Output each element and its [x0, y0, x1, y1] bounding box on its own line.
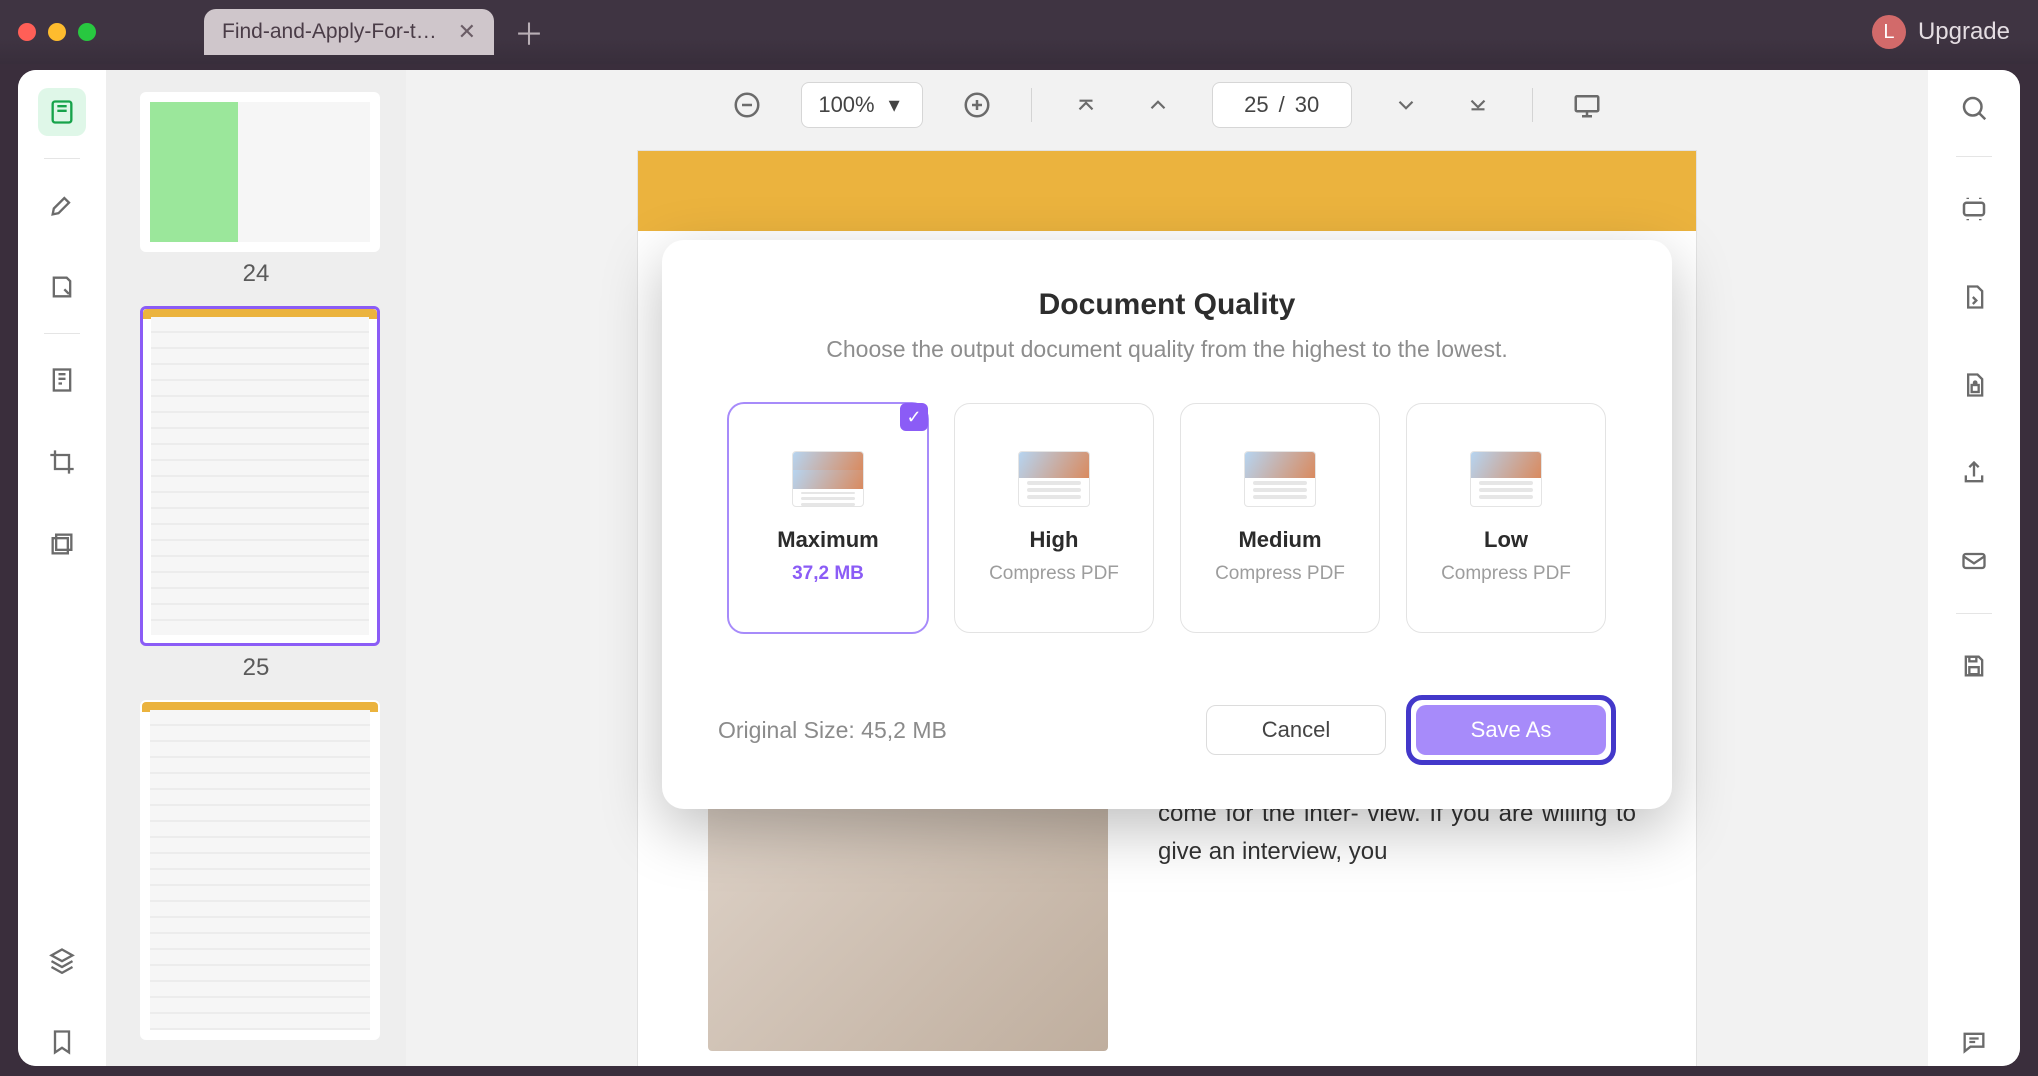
dialog-footer: Original Size: 45,2 MB Cancel Save As: [718, 695, 1616, 765]
quality-option-medium[interactable]: Medium Compress PDF: [1180, 403, 1380, 633]
document-quality-dialog: Document Quality Choose the output docum…: [662, 240, 1672, 809]
document-tab[interactable]: Find-and-Apply-For-the-B ✕: [204, 9, 494, 55]
workspace: 24 25 100% ▾: [18, 70, 2020, 1066]
close-window-icon[interactable]: [18, 23, 36, 41]
presentation-button[interactable]: [1569, 87, 1605, 123]
next-page-button[interactable]: [1388, 87, 1424, 123]
cancel-button[interactable]: Cancel: [1206, 705, 1386, 755]
thumb-page-number: 25: [140, 654, 372, 682]
quality-detail: Compress PDF: [1215, 563, 1345, 585]
chevron-down-icon: ▾: [889, 92, 900, 118]
separator: [44, 158, 80, 159]
layers-button[interactable]: [38, 936, 86, 984]
protect-button[interactable]: [1950, 361, 1998, 409]
dialog-subtitle: Choose the output document quality from …: [718, 336, 1616, 363]
dialog-backdrop: Document Quality Choose the output docum…: [406, 140, 1928, 1066]
dialog-title: Document Quality: [718, 288, 1616, 322]
save-as-button[interactable]: Save As: [1416, 705, 1606, 755]
quality-option-low[interactable]: Low Compress PDF: [1406, 403, 1606, 633]
bookmark-button[interactable]: [38, 1018, 86, 1066]
check-icon: ✓: [900, 403, 928, 431]
titlebar: Find-and-Apply-For-the-B ✕ ＋ L Upgrade: [0, 0, 2038, 64]
quality-name: Maximum: [777, 527, 878, 553]
page-thumbnail[interactable]: [140, 700, 372, 1040]
save-button[interactable]: [1950, 642, 1998, 690]
window-controls: [18, 23, 96, 41]
first-page-button[interactable]: [1068, 87, 1104, 123]
zoom-level-select[interactable]: 100% ▾: [801, 82, 922, 128]
close-tab-icon[interactable]: ✕: [458, 19, 476, 45]
quality-options: ✓ Maximum 37,2 MB High Compress PDF: [718, 403, 1616, 633]
quality-detail: 37,2 MB: [792, 563, 864, 585]
separator: [1956, 156, 1992, 157]
document-area: 100% ▾ 25 / 30: [406, 70, 1928, 1066]
page-thumbnail[interactable]: 24: [140, 92, 372, 288]
annotate-tool-button[interactable]: [38, 263, 86, 311]
quality-option-high[interactable]: High Compress PDF: [954, 403, 1154, 633]
email-button[interactable]: [1950, 537, 1998, 585]
quality-thumb-icon: [792, 451, 864, 507]
right-tool-rail: [1928, 70, 2020, 1066]
batch-tool-button[interactable]: [38, 520, 86, 568]
last-page-button[interactable]: [1460, 87, 1496, 123]
upgrade-label: Upgrade: [1918, 18, 2010, 46]
highlighter-tool-button[interactable]: [38, 181, 86, 229]
search-button[interactable]: [1954, 88, 1994, 128]
quality-name: Medium: [1238, 527, 1321, 553]
zoom-level-value: 100%: [818, 92, 874, 118]
convert-button[interactable]: [1950, 273, 1998, 321]
page-sep: /: [1279, 92, 1285, 118]
original-size-label: Original Size: 45,2 MB: [718, 717, 947, 744]
page-thumbnail-selected[interactable]: 25: [140, 306, 372, 682]
tab-title: Find-and-Apply-For-the-B: [222, 20, 444, 44]
left-tool-rail: [18, 70, 106, 1066]
quality-detail: Compress PDF: [1441, 563, 1571, 585]
avatar: L: [1872, 15, 1906, 49]
crop-tool-button[interactable]: [38, 438, 86, 486]
page-viewport[interactable]: ns cided about a ersity, begin the cessa…: [406, 140, 1928, 1066]
page-tool-button[interactable]: [38, 356, 86, 404]
new-tab-button[interactable]: ＋: [514, 10, 544, 54]
thumb-page-number: 24: [140, 260, 372, 288]
share-button[interactable]: [1950, 449, 1998, 497]
separator: [1031, 88, 1032, 122]
reader-mode-button[interactable]: [38, 88, 86, 136]
zoom-out-button[interactable]: [729, 87, 765, 123]
upgrade-button[interactable]: L Upgrade: [1872, 15, 2010, 49]
view-toolbar: 100% ▾ 25 / 30: [406, 70, 1928, 140]
total-pages: 30: [1295, 92, 1319, 118]
quality-name: High: [1030, 527, 1079, 553]
comments-button[interactable]: [1950, 1018, 1998, 1066]
page-indicator[interactable]: 25 / 30: [1212, 82, 1352, 128]
quality-thumb-icon: [1244, 451, 1316, 507]
quality-thumb-icon: [1470, 451, 1542, 507]
zoom-in-button[interactable]: [959, 87, 995, 123]
save-as-highlight: Save As: [1406, 695, 1616, 765]
quality-option-maximum[interactable]: ✓ Maximum 37,2 MB: [728, 403, 928, 633]
quality-name: Low: [1484, 527, 1528, 553]
ocr-button[interactable]: [1950, 185, 1998, 233]
thumbnail-panel: 24 25: [106, 70, 406, 1066]
separator: [1956, 613, 1992, 614]
prev-page-button[interactable]: [1140, 87, 1176, 123]
quality-detail: Compress PDF: [989, 563, 1119, 585]
minimize-window-icon[interactable]: [48, 23, 66, 41]
separator: [44, 333, 80, 334]
quality-thumb-icon: [1018, 451, 1090, 507]
maximize-window-icon[interactable]: [78, 23, 96, 41]
separator: [1532, 88, 1533, 122]
current-page: 25: [1244, 92, 1268, 118]
